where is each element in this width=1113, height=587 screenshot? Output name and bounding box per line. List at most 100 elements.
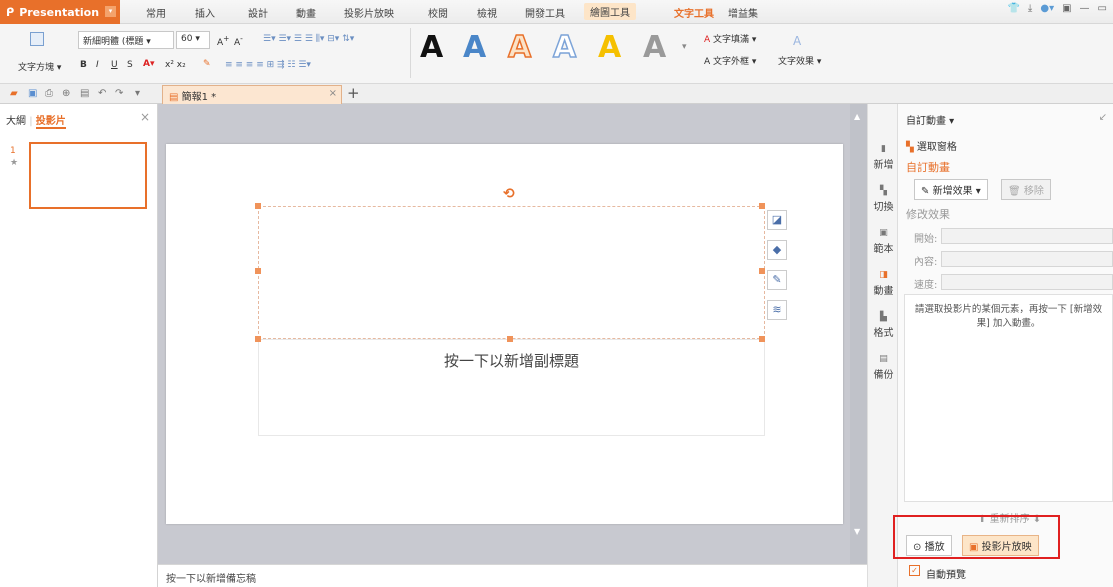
menu-review[interactable]: 校閱 <box>428 5 448 20</box>
close-tab-icon[interactable]: × <box>329 88 337 99</box>
italic-icon[interactable]: I <box>96 60 99 70</box>
scroll-up-icon[interactable]: ▲ <box>854 112 860 121</box>
document-tab[interactable]: ▤ 簡報1 * × <box>162 85 342 104</box>
menu-addins[interactable]: 增益集 <box>728 5 758 20</box>
text-effect-preview-icon[interactable]: A <box>793 34 801 48</box>
rail-new[interactable]: ▮ 新增 <box>868 144 899 171</box>
text-style-black[interactable]: A <box>420 30 443 66</box>
close-pane-icon[interactable]: × <box>140 110 150 124</box>
text-outline-button[interactable]: A 文字外框 ▾ <box>704 54 756 67</box>
textbox-icon[interactable] <box>30 32 44 46</box>
shrink-font-icon[interactable]: A- <box>234 34 243 48</box>
backup-icon: ▤ <box>879 354 888 364</box>
tab-slides[interactable]: 投影片 <box>35 116 66 129</box>
print-icon[interactable]: ⎙ <box>45 88 53 99</box>
select-pane-link[interactable]: ▚ 選取窗格 <box>906 138 957 153</box>
text-style-orange-outline[interactable]: A <box>507 29 532 66</box>
rail-backup[interactable]: ▤ 備份 <box>868 354 899 381</box>
text-style-blue[interactable]: A <box>463 30 486 66</box>
menu-view[interactable]: 檢視 <box>477 5 497 20</box>
save-icon[interactable]: ▣ <box>28 88 37 99</box>
layers-icon[interactable]: ≋ <box>767 300 787 320</box>
speed-field[interactable] <box>941 274 1113 290</box>
subtitle-text: 按一下以新增副標題 <box>443 352 579 370</box>
select-pane-label: 選取窗格 <box>916 142 957 153</box>
menu-insert[interactable]: 插入 <box>195 5 215 20</box>
menu-design[interactable]: 設計 <box>248 5 268 20</box>
text-direction-button[interactable]: 文字方塊 ▾ <box>18 60 61 73</box>
skin-icon[interactable]: 👕 <box>1007 3 1019 14</box>
scroll-down-icon[interactable]: ▼ <box>854 527 860 536</box>
notes-pane[interactable]: 按一下以新增備忘稿 <box>158 564 867 587</box>
resize-handle[interactable] <box>759 336 765 342</box>
resize-handle[interactable] <box>255 203 261 209</box>
rail-animation-label: 動畫 <box>873 286 894 297</box>
start-field[interactable] <box>941 228 1113 244</box>
grow-font-icon[interactable]: A+ <box>217 34 229 48</box>
preview-icon[interactable]: ⊕ <box>62 88 70 99</box>
menu-drawing-tools[interactable]: 繪圖工具 <box>584 3 636 20</box>
underline-icon[interactable]: U <box>111 60 118 70</box>
menu-developer[interactable]: 開發工具 <box>525 5 565 20</box>
shape-edit-icon[interactable]: ◪ <box>767 210 787 230</box>
text-style-blue-outline[interactable]: A <box>552 29 577 66</box>
text-style-yellow[interactable]: A <box>598 30 621 66</box>
resize-handle[interactable] <box>759 268 765 274</box>
subtitle-placeholder[interactable]: 按一下以新增副標題 <box>258 339 765 436</box>
help-icon[interactable]: ●▾ <box>1040 3 1054 14</box>
autopreview-checkbox[interactable]: ✓ <box>909 565 920 576</box>
tab-outline[interactable]: 大綱 <box>6 116 26 127</box>
align-icons[interactable]: ≡ ≡ ≡ ≡ ⊞ ⇶ ☷ ☰▾ <box>225 60 311 70</box>
fill-color-icon[interactable]: ◆ <box>767 240 787 260</box>
add-effect-button[interactable]: ✎ 新增效果 ▾ <box>914 179 988 200</box>
slide-canvas[interactable]: 按一下以新增副標題 ⟲ ◪ ◆ ✎ ≋ <box>166 144 843 524</box>
undo-icon[interactable]: ↶ <box>98 88 106 99</box>
content-field[interactable] <box>941 251 1113 267</box>
bold-icon[interactable]: B <box>80 60 87 70</box>
menu-animation[interactable]: 動畫 <box>296 5 316 20</box>
text-fill-button[interactable]: A 文字填滿 ▾ <box>704 32 756 45</box>
check-icon[interactable]: ▤ <box>80 88 89 99</box>
superscript-icon[interactable]: x² x₂ <box>165 60 186 70</box>
customize-icon[interactable]: ▾ <box>135 88 140 99</box>
bullets-icon[interactable]: ☰▾ ☰▾ ☰ ☰ ⫼▾ ⊟▾ ⇅▾ <box>263 34 354 44</box>
open-icon[interactable]: ▰ <box>10 88 18 99</box>
rail-format[interactable]: ▙ 格式 <box>868 312 899 339</box>
font-size-select[interactable]: 60 ▾ <box>176 31 210 49</box>
panel-title[interactable]: 自訂動畫 ▾ <box>906 112 954 127</box>
slide-thumbnail[interactable] <box>29 142 147 209</box>
animation-list[interactable]: 請選取投影片的某個元素，再按一下 [新增效果] 加入動畫。 <box>904 294 1113 502</box>
maximize-icon[interactable]: ▭ <box>1098 3 1107 14</box>
resize-handle[interactable] <box>759 203 765 209</box>
menu-home[interactable]: 常用 <box>146 5 166 20</box>
font-name-select[interactable]: 新細明體 (標題 ▾ <box>78 31 174 49</box>
resize-handle[interactable] <box>507 336 513 342</box>
shadow-icon[interactable]: S <box>127 60 133 70</box>
app-dropdown-icon[interactable]: ▾ <box>105 6 116 17</box>
text-effect-button[interactable]: 文字效果 ▾ <box>778 54 821 67</box>
download-icon[interactable]: ⤓ <box>1028 3 1032 14</box>
app-menu-button[interactable]: ᑭ Presentation ▾ <box>0 0 120 24</box>
text-style-gray[interactable]: A <box>643 30 666 66</box>
ribbon: 文字方塊 ▾ 新細明體 (標題 ▾ 60 ▾ A+ A- ☰▾ ☰▾ ☰ ☰ ⫼… <box>0 24 1113 84</box>
rail-template[interactable]: ▣ 範本 <box>868 228 899 255</box>
remove-button[interactable]: 🗑 移除 <box>1001 179 1051 200</box>
resize-handle[interactable] <box>255 336 261 342</box>
rail-animation[interactable]: ◨ 動畫 <box>868 270 899 297</box>
rotate-handle-icon[interactable]: ⟲ <box>503 186 515 202</box>
outline-color-icon[interactable]: ✎ <box>767 270 787 290</box>
minimize-icon[interactable]: — <box>1080 3 1090 14</box>
font-color-icon[interactable]: A▾ <box>143 59 154 69</box>
styles-more-icon[interactable]: ▾ <box>682 42 687 52</box>
menu-slideshow[interactable]: 投影片放映 <box>344 5 394 20</box>
restore-icon[interactable]: ▣ <box>1062 3 1071 14</box>
new-tab-icon[interactable]: + <box>347 84 360 102</box>
resize-handle[interactable] <box>255 268 261 274</box>
clear-format-icon[interactable]: ✎ <box>203 59 211 69</box>
menu-text-tools[interactable]: 文字工具 <box>674 5 714 20</box>
title-placeholder[interactable] <box>258 206 765 339</box>
vertical-scrollbar[interactable]: ▲ ▼ <box>850 104 867 564</box>
rail-transition[interactable]: ▚ 切換 <box>868 186 899 213</box>
redo-icon[interactable]: ↷ <box>115 88 123 99</box>
panel-collapse-icon[interactable]: ↙ <box>1099 112 1107 123</box>
